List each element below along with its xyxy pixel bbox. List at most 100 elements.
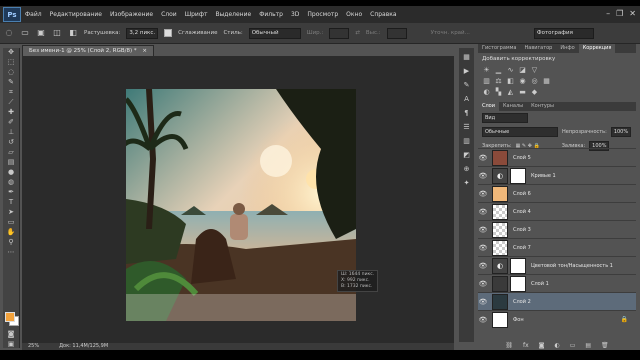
type-tool-icon[interactable]: T <box>5 198 17 207</box>
visibility-eye-icon[interactable]: 👁 <box>478 262 488 270</box>
gradient-map-icon[interactable]: ▬ <box>518 88 527 97</box>
add-mask-icon[interactable]: ◙ <box>539 342 545 350</box>
eyedropper-tool-icon[interactable]: ⟋ <box>5 98 17 107</box>
threshold-icon[interactable]: ◭ <box>506 88 515 97</box>
shape-tool-icon[interactable]: ▭ <box>5 218 17 227</box>
marquee-tool-icon[interactable]: ⬚ <box>5 58 17 67</box>
visibility-eye-icon[interactable]: 👁 <box>478 154 488 162</box>
menu-3d[interactable]: 3D <box>291 11 299 18</box>
close-doc-icon[interactable]: × <box>142 48 147 54</box>
blur-tool-icon[interactable]: ● <box>5 168 17 177</box>
layer-row[interactable]: 👁 Слой 5 <box>478 148 636 166</box>
eraser-tool-icon[interactable]: ▱ <box>5 148 17 157</box>
brightness-contrast-icon[interactable]: ☀ <box>482 66 491 75</box>
layer-mask-thumbnail[interactable] <box>510 275 526 292</box>
visibility-eye-icon[interactable]: 👁 <box>478 280 488 288</box>
swap-icon[interactable]: ⇄ <box>355 30 360 36</box>
document-canvas-area[interactable]: Ш: 1644 пикс. X: 992 пикс. В: 1732 пикс. <box>22 56 454 343</box>
tab-info[interactable]: Инфо <box>556 44 578 53</box>
layer-row[interactable]: 👁 Слой 4 <box>478 202 636 220</box>
menu-select[interactable]: Выделение <box>215 11 251 18</box>
layer-row[interactable]: 👁 Слой 7 <box>478 238 636 256</box>
menu-edit[interactable]: Редактирование <box>50 11 102 18</box>
link-layers-icon[interactable]: ⛓ <box>505 342 513 350</box>
invert-icon[interactable]: ◐ <box>482 88 491 97</box>
layer-row[interactable]: 👁 ◐ Цветовой тон/Насыщенность 1 <box>478 256 636 274</box>
brush-tool-icon[interactable]: ✐ <box>5 118 17 127</box>
layer-row[interactable]: 👁 ◐ Кривые 1 <box>478 166 636 184</box>
close-icon[interactable]: ✕ <box>629 9 636 18</box>
history-brush-tool-icon[interactable]: ↺ <box>5 138 17 147</box>
minimize-icon[interactable]: – <box>606 9 610 18</box>
quick-select-tool-icon[interactable]: ✎ <box>5 78 17 87</box>
screen-mode-icon[interactable]: ▣ <box>5 340 17 349</box>
visibility-eye-icon[interactable]: 👁 <box>478 244 488 252</box>
blend-mode-select[interactable]: Обычные <box>482 127 558 137</box>
visibility-eye-icon[interactable]: 👁 <box>478 316 488 324</box>
visibility-eye-icon[interactable]: 👁 <box>478 172 488 180</box>
layer-row[interactable]: 👁 Слой 2 <box>478 292 636 310</box>
menu-layers[interactable]: Слои <box>161 11 177 18</box>
posterize-icon[interactable]: ▚ <box>494 88 503 97</box>
tab-histogram[interactable]: Гистограмма <box>478 44 521 53</box>
crop-tool-icon[interactable]: ⌗ <box>5 88 17 97</box>
color-lookup-icon[interactable]: ▦ <box>542 77 551 86</box>
history-panel-icon[interactable]: ▦ <box>462 52 472 62</box>
lasso-tool-preset-icon[interactable]: ◌ <box>4 28 14 38</box>
dodge-tool-icon[interactable]: ◍ <box>5 178 17 187</box>
feather-input[interactable]: 3,2 пикс. <box>126 27 159 39</box>
menu-filter[interactable]: Фильтр <box>259 11 283 18</box>
refine-edge-button[interactable]: Уточн. край... <box>431 30 470 36</box>
swatches-panel-icon[interactable]: ▥ <box>462 136 472 146</box>
layer-row[interactable]: 👁 Слой 3 <box>478 220 636 238</box>
zoom-level[interactable]: 25% <box>28 343 39 350</box>
visibility-eye-icon[interactable]: 👁 <box>478 190 488 198</box>
new-layer-icon[interactable]: ▤ <box>585 342 591 350</box>
height-input[interactable] <box>386 27 407 39</box>
channel-mixer-icon[interactable]: ◎ <box>530 77 539 86</box>
width-input[interactable] <box>329 27 350 39</box>
lasso-tool-icon[interactable]: ◌ <box>5 68 17 77</box>
gradient-tool-icon[interactable]: ▤ <box>5 158 17 167</box>
hue-saturation-icon[interactable]: ▥ <box>482 77 491 86</box>
levels-icon[interactable]: ▁ <box>494 66 503 75</box>
vibrance-icon[interactable]: ▽ <box>530 66 539 75</box>
workspace-select[interactable]: Фотография <box>533 27 594 39</box>
actions-panel-icon[interactable]: ▶ <box>462 66 472 76</box>
selective-color-icon[interactable]: ◆ <box>530 88 539 97</box>
paragraph-panel-icon[interactable]: ¶ <box>462 108 472 118</box>
menu-file[interactable]: Файл <box>25 11 42 18</box>
menu-help[interactable]: Справка <box>370 11 396 18</box>
new-group-icon[interactable]: ▭ <box>570 342 576 350</box>
delete-layer-icon[interactable]: 🗑 <box>601 342 609 350</box>
brush-panel-icon[interactable]: ✎ <box>462 80 472 90</box>
layer-kind-filter[interactable]: Вид <box>482 113 528 123</box>
opacity-input[interactable]: 100% <box>610 127 632 137</box>
add-selection-icon[interactable]: ▣ <box>36 28 46 38</box>
menu-type[interactable]: Шрифт <box>185 11 208 18</box>
new-selection-icon[interactable]: ▭ <box>20 28 30 38</box>
foreground-color-swatch[interactable] <box>5 312 15 322</box>
menu-image[interactable]: Изображение <box>110 11 153 18</box>
visibility-eye-icon[interactable]: 👁 <box>478 298 488 306</box>
move-tool-icon[interactable]: ✥ <box>5 48 17 57</box>
layer-row[interactable]: 👁 Слой 1 <box>478 274 636 292</box>
antialias-checkbox[interactable] <box>164 29 173 37</box>
zoom-tool-icon[interactable]: ⚲ <box>5 238 17 247</box>
black-white-icon[interactable]: ◧ <box>506 77 515 86</box>
exposure-icon[interactable]: ◪ <box>518 66 527 75</box>
curves-icon[interactable]: ∿ <box>506 66 515 75</box>
canvas-image[interactable] <box>126 89 356 321</box>
quick-mask-icon[interactable]: ◙ <box>5 330 17 339</box>
layer-mask-thumbnail[interactable] <box>510 167 526 184</box>
color-balance-icon[interactable]: ⚖ <box>494 77 503 86</box>
tab-navigator[interactable]: Навигатор <box>521 44 557 53</box>
subtract-selection-icon[interactable]: ◫ <box>52 28 62 38</box>
visibility-eye-icon[interactable]: 👁 <box>478 208 488 216</box>
layer-row[interactable]: 👁 Фон 🔒 <box>478 310 636 328</box>
layer-style-icon[interactable]: fx <box>523 342 529 350</box>
clone-stamp-tool-icon[interactable]: ⊥ <box>5 128 17 137</box>
styles-panel-icon[interactable]: ◩ <box>462 150 472 160</box>
layer-mask-thumbnail[interactable] <box>510 257 526 274</box>
tab-paths[interactable]: Контуры <box>527 102 558 111</box>
